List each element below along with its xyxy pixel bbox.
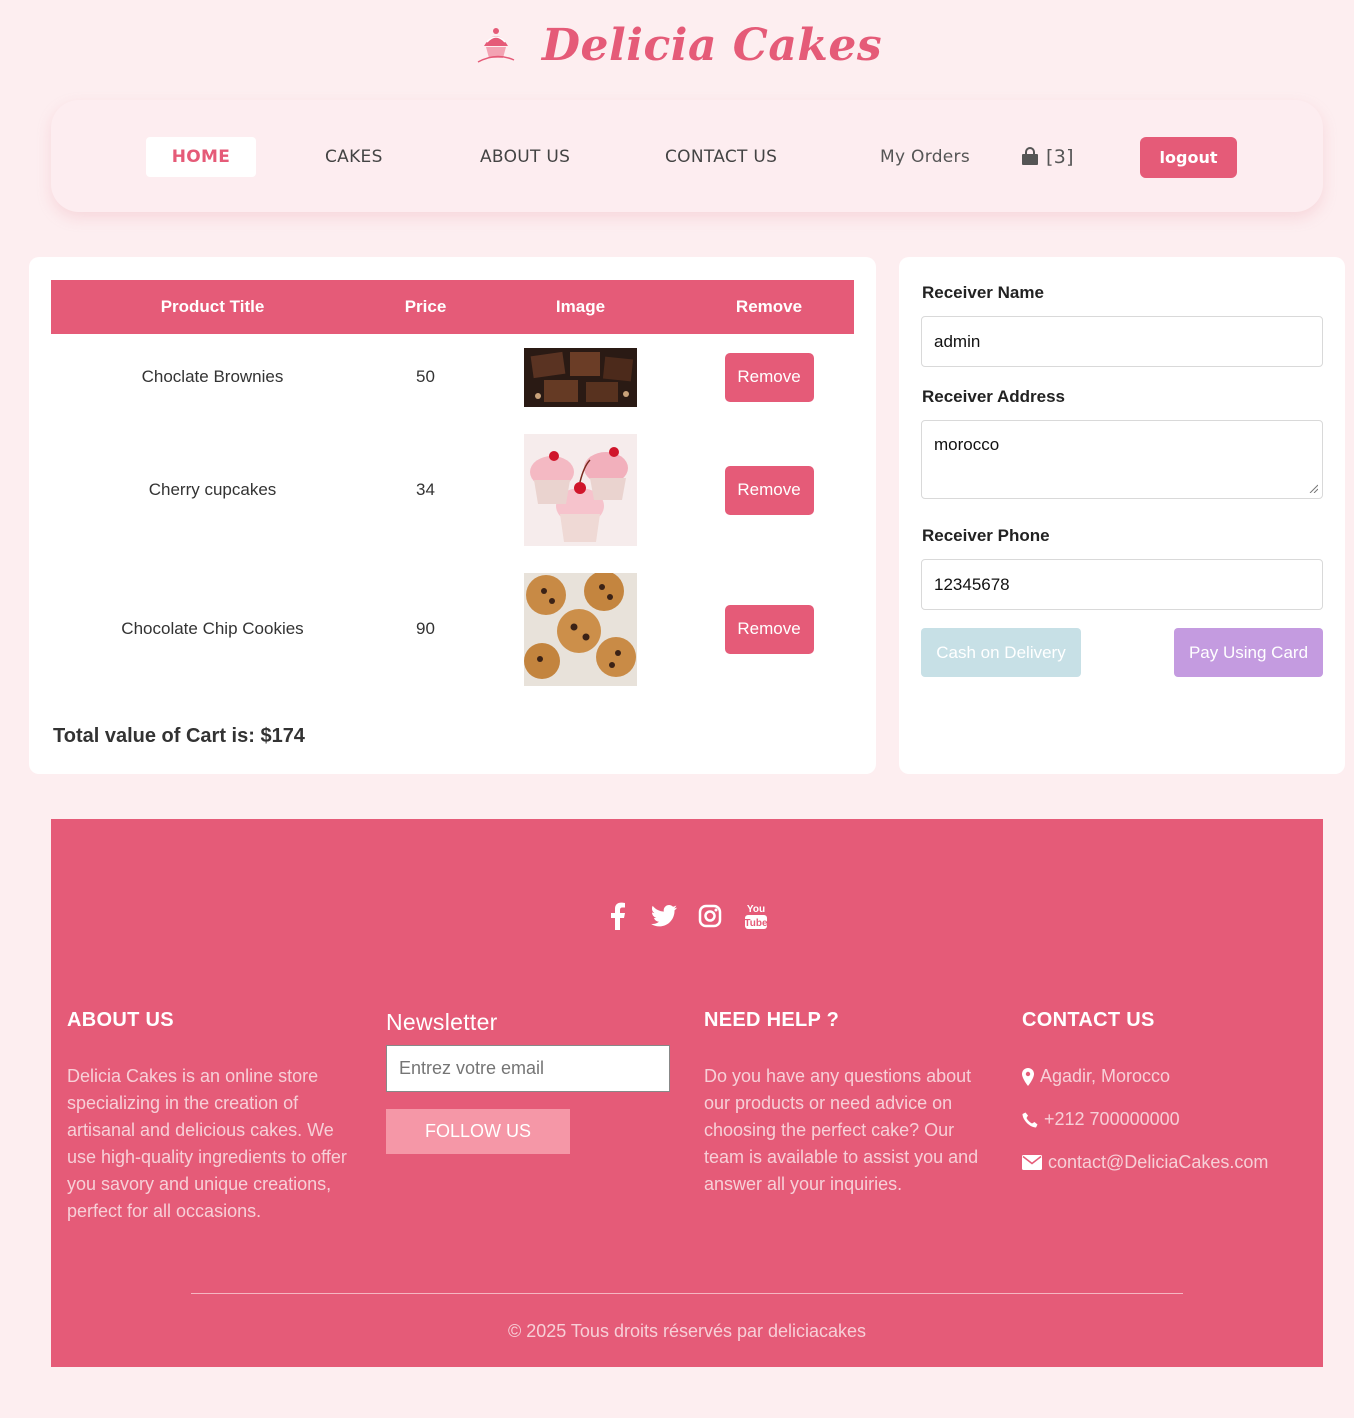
receiver-phone-input[interactable] <box>921 559 1323 610</box>
svg-text:You: You <box>747 904 765 915</box>
phone-icon <box>1022 1112 1038 1127</box>
contact-phone-text: +212 700000000 <box>1044 1109 1180 1129</box>
contact-email-text[interactable]: contact@DeliciaCakes.com <box>1048 1152 1268 1173</box>
order-form: Receiver Name Receiver Address morocco R… <box>899 257 1345 774</box>
receiver-address-input[interactable]: morocco <box>921 420 1323 499</box>
pay-using-card-button[interactable]: Pay Using Card <box>1174 628 1323 677</box>
footer-about-title: ABOUT US <box>67 1009 174 1031</box>
receiver-name-input[interactable] <box>921 316 1323 367</box>
product-title: Chocolate Chip Cookies <box>121 619 304 638</box>
product-title: Cherry cupcakes <box>148 480 277 499</box>
cupcakes-image <box>524 434 637 546</box>
footer-about: ABOUT US Delicia Cakes is an online stor… <box>67 1009 357 1225</box>
brownies-image <box>524 347 637 407</box>
shopping-bag-icon <box>1022 147 1038 165</box>
newsletter-title: Newsletter <box>386 1009 498 1035</box>
footer-help-title: NEED HELP ? <box>704 1009 840 1031</box>
twitter-icon[interactable] <box>650 902 678 930</box>
contact-phone: +212 700000000 <box>1022 1106 1312 1133</box>
table-row: Cherry cupcakes 34 Remove <box>51 420 854 560</box>
remove-button[interactable]: Remove <box>724 465 814 515</box>
main-navbar: HOME CAKES ABOUT US CONTACT US My Orders… <box>51 100 1323 212</box>
nav-cart[interactable]: [3] <box>1020 137 1074 177</box>
product-price: 90 <box>416 619 435 638</box>
cart-total: Total value of Cart is: $174 <box>53 725 305 747</box>
footer-contact: CONTACT US Agadir, Morocco +212 70000000… <box>1022 1009 1312 1176</box>
contact-email[interactable]: contact@DeliciaCakes.com <box>1022 1149 1312 1176</box>
col-header-image: Image <box>477 280 684 334</box>
cart-panel: Product Title Price Image Remove Choclat… <box>29 257 876 774</box>
remove-button[interactable]: Remove <box>724 604 814 654</box>
nav-contact-us[interactable]: CONTACT US <box>665 137 777 177</box>
col-header-remove: Remove <box>684 280 854 334</box>
footer-contact-title: CONTACT US <box>1022 1009 1155 1031</box>
brand-name[interactable]: Delicia Cakes <box>542 20 882 71</box>
table-row: Choclate Brownies 50 Remove <box>51 334 854 420</box>
youtube-icon[interactable]: You Tube <box>742 902 770 930</box>
svg-text:Tube: Tube <box>744 918 768 929</box>
nav-cakes[interactable]: CAKES <box>325 137 383 177</box>
footer-help-text: Do you have any questions about our prod… <box>704 1066 979 1194</box>
follow-us-button[interactable]: FOLLOW US <box>386 1109 570 1154</box>
instagram-icon[interactable] <box>696 902 724 930</box>
product-title: Choclate Brownies <box>141 367 284 386</box>
col-header-product-title: Product Title <box>51 280 374 334</box>
cookies-image <box>524 572 637 686</box>
cupcake-logo-icon <box>477 27 515 63</box>
nav-my-orders[interactable]: My Orders <box>880 137 970 177</box>
receiver-name-label: Receiver Name <box>922 283 1044 302</box>
cart-table: Product Title Price Image Remove Choclat… <box>51 280 854 698</box>
contact-location-text: Agadir, Morocco <box>1040 1066 1171 1086</box>
footer-help: NEED HELP ? Do you have any questions ab… <box>704 1009 994 1198</box>
cart-header-row: Product Title Price Image Remove <box>51 280 854 334</box>
nav-home[interactable]: HOME <box>146 137 256 177</box>
resize-grip-icon[interactable] <box>1308 483 1318 493</box>
cash-on-delivery-button[interactable]: Cash on Delivery <box>921 628 1081 677</box>
facebook-icon[interactable] <box>604 902 632 930</box>
social-links: You Tube <box>51 902 1323 930</box>
receiver-address-label: Receiver Address <box>922 387 1066 406</box>
brand-header: Delicia Cakes <box>0 20 1354 71</box>
footer-about-text: Delicia Cakes is an online store special… <box>67 1066 347 1221</box>
logout-button[interactable]: logout <box>1140 137 1237 178</box>
footer-divider <box>191 1293 1183 1294</box>
remove-button[interactable]: Remove <box>724 352 814 402</box>
table-row: Chocolate Chip Cookies 90 Remove <box>51 560 854 698</box>
envelope-icon <box>1022 1155 1042 1170</box>
newsletter-email-input[interactable] <box>386 1045 670 1092</box>
copyright: © 2025 Tous droits réservés par deliciac… <box>507 1321 867 1341</box>
col-header-price: Price <box>374 280 477 334</box>
nav-about-us[interactable]: ABOUT US <box>480 137 570 177</box>
contact-location: Agadir, Morocco <box>1022 1063 1312 1090</box>
cart-count: [3] <box>1046 146 1074 168</box>
product-price: 34 <box>416 480 435 499</box>
receiver-phone-label: Receiver Phone <box>922 526 1050 545</box>
product-price: 50 <box>416 367 435 386</box>
map-marker-icon <box>1022 1067 1034 1086</box>
footer-newsletter: Newsletter FOLLOW US <box>386 1009 676 1154</box>
footer: You Tube ABOUT US Delicia Cakes is an onl… <box>51 819 1323 1367</box>
